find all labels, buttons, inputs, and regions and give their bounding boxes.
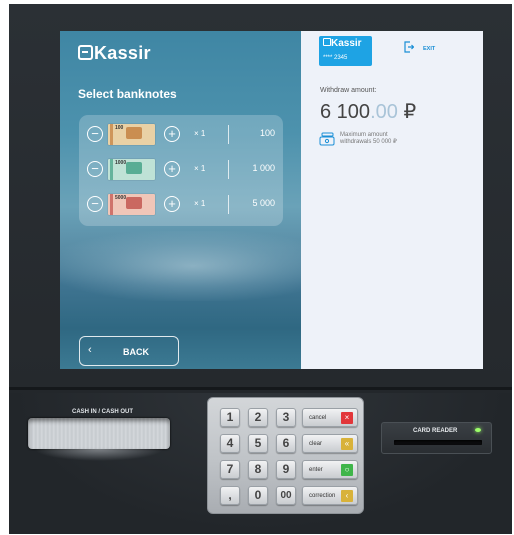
e-logo-icon <box>78 45 93 60</box>
background-mist <box>60 231 310 301</box>
key-7[interactable]: 7 <box>220 460 240 479</box>
ekassir-logo: Kassir <box>78 43 151 64</box>
card-logo: Kassir <box>323 38 362 49</box>
enter-key[interactable]: enter ○ <box>302 460 358 479</box>
logo-text: Kassir <box>94 43 151 63</box>
banknote-amount: 5 000 <box>252 198 275 208</box>
banknote-strip <box>110 159 113 180</box>
atm-screen: Kassir Select banknotes − 100 + × 1 100 … <box>60 31 483 369</box>
banknote-picture <box>126 162 142 174</box>
key-3[interactable]: 3 <box>276 408 296 427</box>
cancel-x-icon: × <box>341 412 353 424</box>
summary-pane: Kassir **** 2345 EXIT Withdraw amount: 6… <box>301 31 483 369</box>
e-logo-icon <box>323 38 331 46</box>
increase-button[interactable]: + <box>164 161 180 177</box>
banknote-count: × 1 <box>194 199 206 208</box>
cancel-key-label: cancel <box>309 415 327 421</box>
key-0[interactable]: 0 <box>248 486 268 505</box>
banknote-row-100: − 100 + × 1 100 <box>79 120 283 150</box>
pin-keypad: 1 2 3 4 5 6 7 8 9 , 0 00 cancel × clear … <box>207 397 364 514</box>
banknote-picture <box>126 197 142 209</box>
exit-label: EXIT <box>423 46 436 52</box>
withdraw-label: Withdraw amount: <box>320 87 377 94</box>
exit-icon <box>404 41 414 53</box>
row-divider <box>228 160 229 179</box>
correction-key[interactable]: correction ‹ <box>302 486 358 505</box>
banknote-amount: 1 000 <box>252 163 275 173</box>
card-reader: CARD READER <box>381 422 492 454</box>
banknote-picture <box>126 127 142 139</box>
increase-button[interactable]: + <box>164 196 180 212</box>
correction-arrow-icon: ‹ <box>341 490 353 502</box>
banknote-denomination: 1000 <box>115 160 127 166</box>
currency-symbol: ₽ <box>403 101 417 123</box>
bank-card: Kassir **** 2345 <box>319 36 372 66</box>
key-8[interactable]: 8 <box>248 460 268 479</box>
banknote-denomination: 100 <box>115 125 124 131</box>
clear-key-label: clear <box>309 441 323 447</box>
banknote-selection-pane: Kassir Select banknotes − 100 + × 1 100 … <box>60 31 310 369</box>
decrease-button[interactable]: − <box>87 161 103 177</box>
banknote-100-image: 100 <box>108 124 155 145</box>
cancel-key[interactable]: cancel × <box>302 408 358 427</box>
banknote-row-1000: − 1000 + × 1 1 000 <box>79 155 283 185</box>
decrease-button[interactable]: − <box>87 126 103 142</box>
card-brand: Kassir <box>331 38 362 49</box>
enter-circle-icon: ○ <box>341 464 353 476</box>
enter-key-label: enter <box>309 467 323 473</box>
withdraw-amount: 6 100.00 ₽ <box>320 99 416 124</box>
banknote-5000-image: 5000 <box>108 194 155 215</box>
back-button[interactable]: ‹ BACK <box>79 336 179 366</box>
correction-key-label: correction <box>309 493 336 499</box>
banknote-amount: 100 <box>259 128 275 138</box>
max-withdrawal-info: Maximum amount withdrawals 50 000 ₽ <box>340 132 397 145</box>
chevron-left-icon: ‹ <box>88 344 92 356</box>
key-2[interactable]: 2 <box>248 408 268 427</box>
clear-key[interactable]: clear « <box>302 434 358 453</box>
clear-arrows-icon: « <box>341 438 353 450</box>
increase-button[interactable]: + <box>164 126 180 142</box>
key-4[interactable]: 4 <box>220 434 240 453</box>
card-reader-label: CARD READER <box>413 428 458 434</box>
banknote-row-5000: − 5000 + × 1 5 000 <box>79 190 283 220</box>
card-slot[interactable] <box>394 440 482 445</box>
banknote-strip <box>110 194 113 215</box>
back-button-label: BACK <box>123 347 149 357</box>
banknote-count: × 1 <box>194 164 206 173</box>
cash-slot-label: CASH IN / CASH OUT <box>72 409 134 415</box>
page-title: Select banknotes <box>78 87 177 101</box>
cash-slot-glow <box>34 449 164 461</box>
card-number: **** 2345 <box>323 55 348 61</box>
key-6[interactable]: 6 <box>276 434 296 453</box>
key-1[interactable]: 1 <box>220 408 240 427</box>
key-5[interactable]: 5 <box>248 434 268 453</box>
atm-top-panel: Kassir Select banknotes − 100 + × 1 100 … <box>9 4 512 390</box>
status-led-icon <box>475 428 481 432</box>
key-9[interactable]: 9 <box>276 460 296 479</box>
decrease-button[interactable]: − <box>87 196 103 212</box>
withdraw-amount-integer: 6 100 <box>320 101 371 123</box>
cash-stack-icon <box>319 132 335 146</box>
banknote-1000-image: 1000 <box>108 159 155 180</box>
banknotes-panel: − 100 + × 1 100 − 1000 + × 1 1 000 − 500… <box>79 115 283 226</box>
banknote-count: × 1 <box>194 129 206 138</box>
banknote-strip <box>110 124 113 145</box>
key-comma[interactable]: , <box>220 486 240 505</box>
row-divider <box>228 125 229 144</box>
cash-slot <box>28 418 170 449</box>
withdraw-amount-decimal: .00 <box>370 101 398 123</box>
banknote-denomination: 5000 <box>115 195 127 201</box>
row-divider <box>228 195 229 214</box>
key-00[interactable]: 00 <box>276 486 296 505</box>
